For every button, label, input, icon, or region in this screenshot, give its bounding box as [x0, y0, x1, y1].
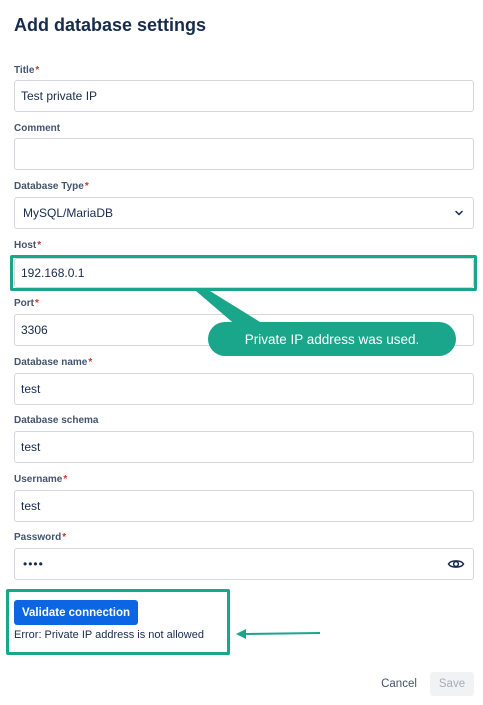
db-name-label: Database name*: [14, 357, 93, 368]
comment-input[interactable]: [14, 138, 474, 170]
db-type-select[interactable]: MySQL/MariaDB: [14, 197, 474, 229]
username-value: test: [21, 499, 41, 513]
cancel-button[interactable]: Cancel: [375, 672, 423, 696]
callout-bubble: Private IP address was used.: [208, 322, 456, 356]
host-highlight-box: [10, 255, 477, 291]
db-schema-input[interactable]: test: [14, 431, 474, 463]
validation-error: Error: Private IP address is not allowed: [14, 629, 204, 641]
comment-label: Comment: [14, 123, 61, 134]
chevron-down-icon: [455, 210, 463, 216]
save-button[interactable]: Save: [430, 672, 474, 696]
validate-connection-button[interactable]: Validate connection: [14, 600, 138, 625]
db-type-value: MySQL/MariaDB: [23, 206, 114, 220]
password-input[interactable]: ••••: [14, 548, 474, 580]
title-label: Title*: [14, 65, 40, 76]
username-input[interactable]: test: [14, 490, 474, 522]
port-value: 3306: [21, 323, 48, 337]
db-schema-label: Database schema: [14, 415, 99, 426]
host-label: Host*: [14, 240, 42, 251]
db-name-value: test: [21, 382, 41, 396]
callout-text: Private IP address was used.: [244, 331, 420, 347]
db-type-label: Database Type*: [14, 181, 89, 192]
db-name-input[interactable]: test: [14, 373, 474, 405]
port-label: Port*: [14, 298, 39, 309]
db-schema-value: test: [21, 440, 41, 454]
password-label: Password*: [14, 532, 67, 543]
title-value: Test private IP: [21, 89, 98, 103]
username-label: Username*: [14, 474, 68, 485]
password-value: ••••: [23, 557, 44, 571]
title-input[interactable]: Test private IP: [14, 80, 474, 112]
page-title: Add database settings: [14, 15, 207, 35]
eye-icon[interactable]: [447, 555, 465, 573]
